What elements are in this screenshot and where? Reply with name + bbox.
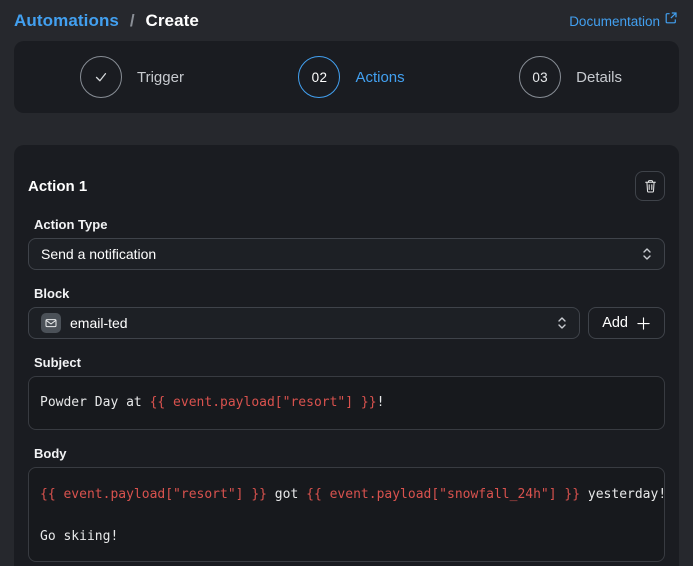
step-complete-circle [80,56,122,98]
stepper-step-details[interactable]: 03 Details [519,56,622,98]
external-link-icon [665,12,677,24]
email-icon [41,313,61,333]
step-label-details: Details [576,69,622,86]
add-block-label: Add [602,315,628,331]
add-block-button[interactable]: Add [588,307,665,339]
breadcrumb-current-page: Create [145,11,199,30]
plus-icon [636,316,651,331]
documentation-link-label: Documentation [569,14,660,29]
trash-icon [643,179,658,194]
select-chevrons-icon [642,246,652,262]
documentation-link[interactable]: Documentation [569,14,677,29]
stepper: Trigger 02 Actions 03 Details [14,41,679,113]
block-value: email-ted [70,315,128,331]
select-chevrons-icon [557,315,567,331]
check-icon [92,68,110,86]
action-title: Action 1 [28,178,87,195]
action-card: Action 1 Action Type Send a notification… [14,145,679,566]
step-number-02: 02 [298,56,340,98]
block-row: email-ted Add [28,307,665,339]
action-type-value: Send a notification [41,246,156,262]
block-select[interactable]: email-ted [28,307,580,339]
breadcrumb: Automations / Create [14,11,199,31]
body-label: Body [34,446,665,461]
subject-input[interactable]: Powder Day at {{ event.payload["resort"]… [28,376,665,430]
body-textarea[interactable]: {{ event.payload["resort"] }} got {{ eve… [28,467,665,562]
stepper-step-trigger[interactable]: Trigger [80,56,184,98]
breadcrumb-automations-link[interactable]: Automations [14,11,119,30]
step-label-actions: Actions [355,69,404,86]
action-type-select[interactable]: Send a notification [28,238,665,270]
action-card-header: Action 1 [28,171,665,201]
page-header: Automations / Create Documentation [0,0,693,41]
breadcrumb-separator: / [130,11,135,30]
delete-action-button[interactable] [635,171,665,201]
automations-create-page: Automations / Create Documentation Trigg… [0,0,693,566]
stepper-step-actions[interactable]: 02 Actions [298,56,404,98]
action-type-label: Action Type [34,217,665,232]
step-number-03: 03 [519,56,561,98]
step-label-trigger: Trigger [137,69,184,86]
block-label: Block [34,286,665,301]
subject-label: Subject [34,355,665,370]
